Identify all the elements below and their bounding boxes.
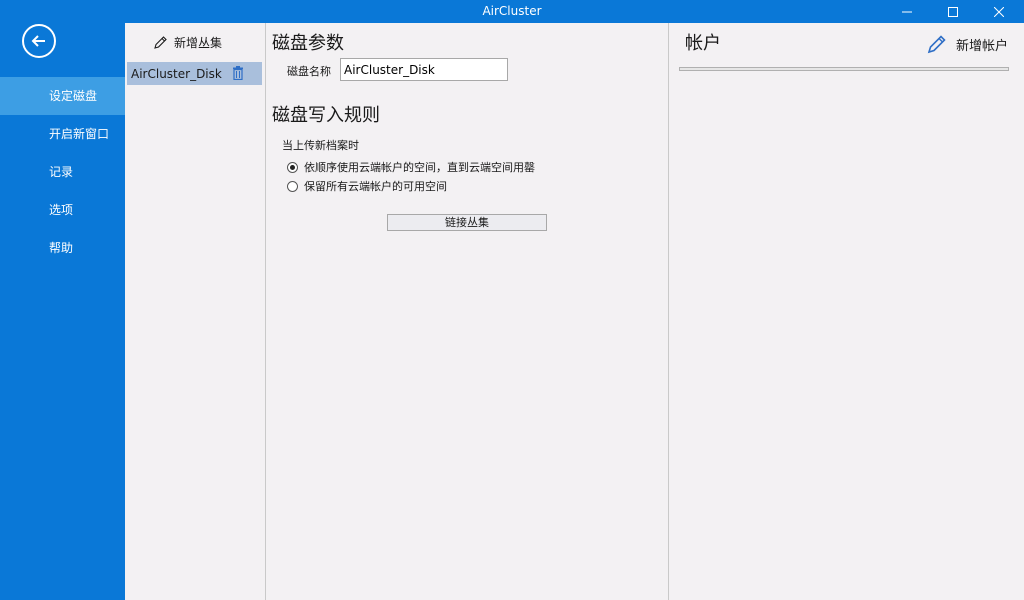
pencil-icon bbox=[154, 35, 167, 49]
accounts-title: 帐户 bbox=[685, 33, 721, 54]
close-button[interactable] bbox=[976, 0, 1022, 23]
sequential-fill-option[interactable]: 依顺序使用云端帐户的空间，直到云端空间用罄 bbox=[287, 159, 535, 175]
disk-params-title: 磁盘参数 bbox=[272, 33, 344, 54]
add-cluster-button[interactable]: 新增丛集 bbox=[153, 33, 222, 51]
pencil-icon bbox=[927, 35, 946, 54]
nav-item-options[interactable]: 选项 bbox=[0, 191, 125, 229]
disk-name-label: 磁盘名称 bbox=[287, 65, 331, 78]
accounts-pane: 帐户 新增帐户 bbox=[669, 23, 1024, 600]
radio-unselected[interactable] bbox=[287, 180, 298, 192]
cluster-list-pane: 新增丛集 AirCluster_Disk bbox=[125, 23, 266, 600]
maximize-button[interactable] bbox=[930, 0, 976, 23]
upload-rule-label: 当上传新档案时 bbox=[282, 139, 359, 152]
disk-settings-pane: 磁盘参数 磁盘名称 磁盘写入规则 当上传新档案时 依顺序使用云端帐户的空间，直到… bbox=[266, 23, 669, 600]
write-rules-title: 磁盘写入规则 bbox=[272, 105, 380, 126]
nav-item-new-window[interactable]: 开启新窗口 bbox=[0, 115, 125, 153]
back-arrow-icon bbox=[31, 35, 45, 47]
cluster-list-item[interactable]: AirCluster_Disk bbox=[127, 62, 262, 85]
maximize-icon bbox=[948, 6, 958, 17]
add-account-label: 新增帐户 bbox=[955, 38, 1008, 54]
close-icon bbox=[994, 6, 1004, 17]
accounts-list bbox=[679, 67, 1009, 71]
back-button[interactable] bbox=[22, 24, 56, 58]
cluster-name: AirCluster_Disk bbox=[131, 66, 222, 81]
radio-selected[interactable] bbox=[287, 161, 298, 173]
keep-free-space-label: 保留所有云端帐户的可用空间 bbox=[304, 180, 447, 193]
nav-item-help[interactable]: 帮助 bbox=[0, 229, 125, 267]
window-title: AirCluster bbox=[482, 4, 542, 18]
add-account-button[interactable]: 新增帐户 bbox=[926, 33, 1008, 55]
nav-item-log[interactable]: 记录 bbox=[0, 153, 125, 191]
add-cluster-label: 新增丛集 bbox=[174, 35, 223, 50]
title-bar: AirCluster bbox=[0, 0, 1024, 23]
delete-cluster-button[interactable] bbox=[232, 66, 244, 83]
keep-free-space-option[interactable]: 保留所有云端帐户的可用空间 bbox=[287, 178, 447, 194]
minimize-icon bbox=[902, 11, 912, 12]
nav-item-set-disk[interactable]: 设定磁盘 bbox=[0, 77, 125, 115]
minimize-button[interactable] bbox=[884, 0, 930, 23]
disk-name-input[interactable] bbox=[340, 58, 508, 81]
sidebar-nav: 设定磁盘 开启新窗口 记录 选项 帮助 bbox=[0, 23, 125, 600]
trash-icon bbox=[233, 66, 243, 81]
sequential-fill-label: 依顺序使用云端帐户的空间，直到云端空间用罄 bbox=[304, 161, 535, 174]
link-cluster-button[interactable]: 链接丛集 bbox=[387, 214, 547, 231]
